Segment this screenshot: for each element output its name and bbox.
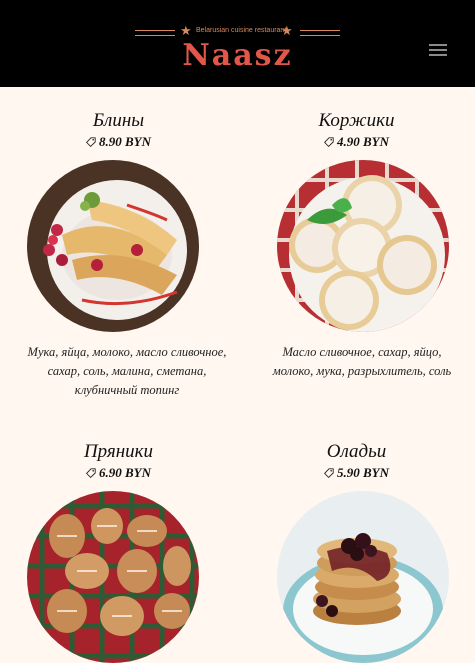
hamburger-icon[interactable] xyxy=(429,44,447,56)
oladyi-photo xyxy=(277,491,449,663)
brand-logo[interactable]: Naasz xyxy=(0,38,475,73)
blini-photo xyxy=(27,160,199,332)
price-value: 6.90 BYN xyxy=(99,465,151,480)
price-tag-icon xyxy=(86,137,96,147)
dish-name: Блины xyxy=(92,110,145,131)
dish-name: Коржики xyxy=(318,110,395,131)
price-value: 4.90 BYN xyxy=(337,134,389,149)
dish-description: Масло сливочное, сахар, яйцо, молоко, му… xyxy=(272,345,452,378)
menu-item: Оладьи 5.90 BYN xyxy=(238,441,475,481)
price-tag-icon xyxy=(324,468,334,478)
menu-item: Блины 8.90 BYN xyxy=(0,110,237,150)
price-value: 8.90 BYN xyxy=(99,134,151,149)
pryaniki-photo xyxy=(27,491,199,663)
korzhiki-photo xyxy=(277,160,449,332)
star-icon: ★ xyxy=(281,24,293,39)
dish-price: 5.90 BYN xyxy=(238,465,475,481)
dish-description: Мука, яйца, молоко, масло сливочное, сах… xyxy=(27,345,227,397)
price-tag-icon xyxy=(86,468,96,478)
site-header: ★ Belarusian cuisine restaurant ★ Naasz xyxy=(0,0,475,87)
star-icon: ★ xyxy=(180,24,192,39)
brand-tagline: Belarusian cuisine restaurant xyxy=(196,27,287,34)
dish-price: 8.90 BYN xyxy=(0,134,237,150)
ornament-line-left xyxy=(135,30,175,36)
price-tag-icon xyxy=(324,137,334,147)
menu-item: Коржики 4.90 BYN xyxy=(238,110,475,150)
price-value: 5.90 BYN xyxy=(337,465,389,480)
dish-name: Пряники xyxy=(83,441,154,462)
dish-price: 4.90 BYN xyxy=(238,134,475,150)
dish-price: 6.90 BYN xyxy=(0,465,237,481)
menu-item: Пряники 6.90 BYN xyxy=(0,441,237,481)
dish-name: Оладьи xyxy=(326,441,387,462)
ornament-line-right xyxy=(300,30,340,36)
